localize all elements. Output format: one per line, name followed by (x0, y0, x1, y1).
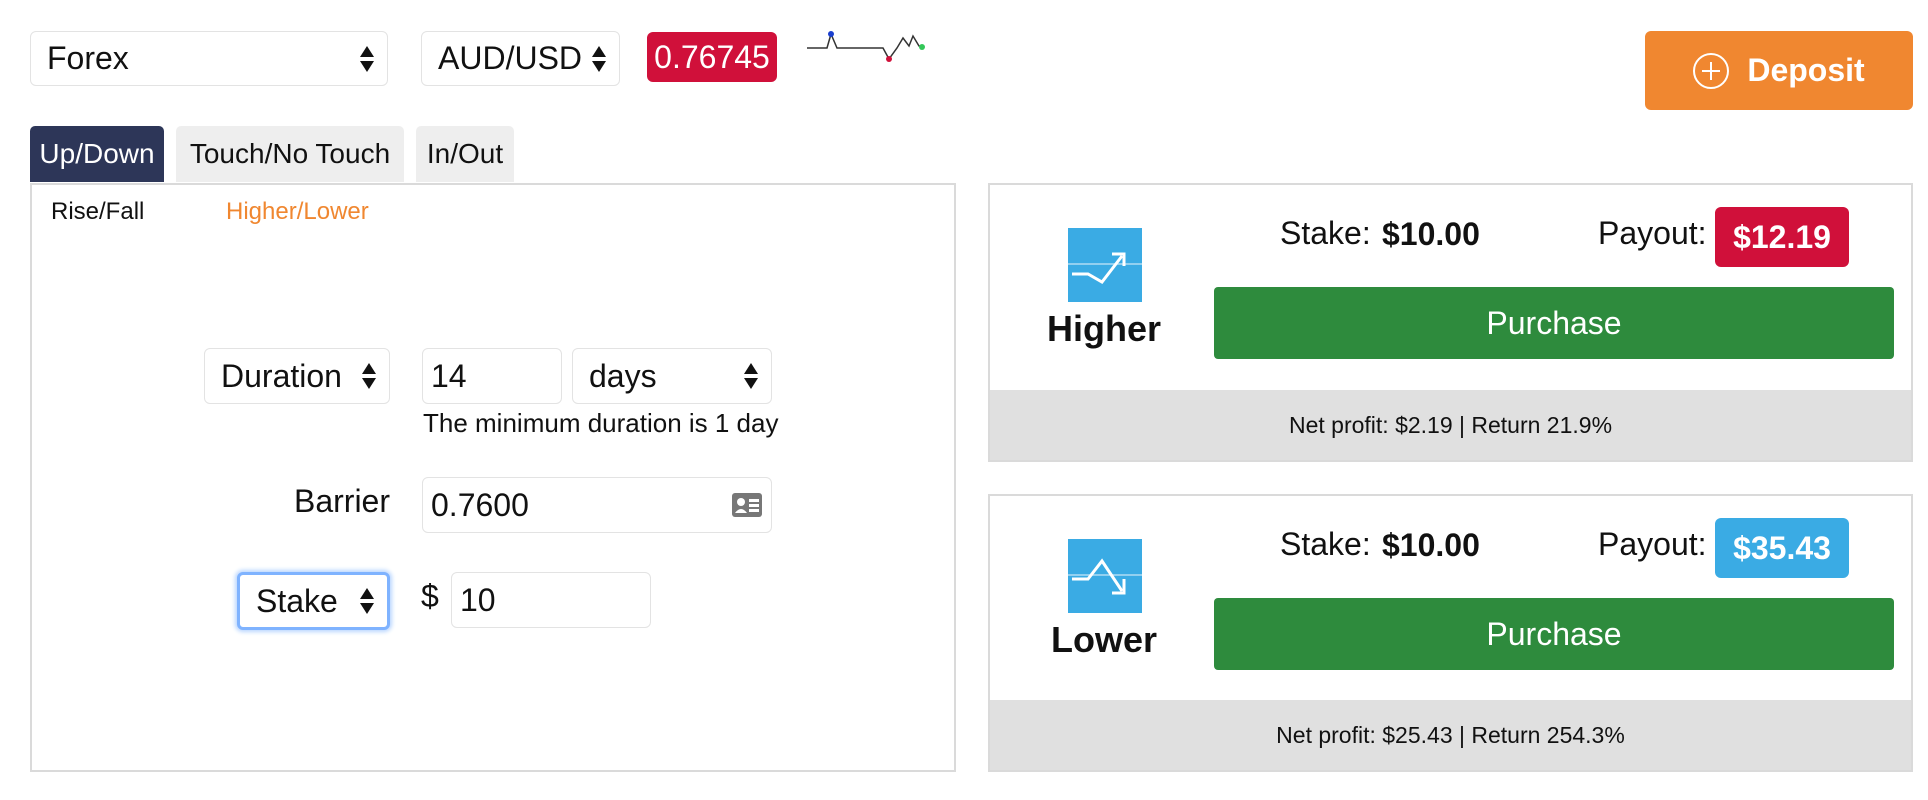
deposit-button-label: Deposit (1747, 52, 1865, 88)
symbol-select[interactable]: AUD/USD (421, 31, 620, 86)
currency-symbol: $ (421, 578, 439, 614)
stake-value: $10.00 (1382, 216, 1480, 252)
duration-unit-value: days (589, 357, 657, 394)
amount-input[interactable]: 10 (451, 572, 651, 628)
contract-card-higher: Higher Stake: $10.00 Payout: $12.19 Purc… (988, 183, 1913, 462)
symbol-select-value: AUD/USD (438, 40, 583, 76)
spot-price-badge: 0.76745 (647, 32, 777, 82)
barrier-label: Barrier (293, 483, 390, 519)
duration-input-value: 14 (431, 357, 467, 394)
duration-type-select[interactable]: Duration (204, 348, 390, 404)
market-select-value: Forex (47, 40, 129, 76)
payout-label: Payout: (1598, 215, 1707, 251)
purchase-higher-button[interactable]: Purchase (1214, 287, 1894, 359)
subtab-higher-lower[interactable]: Higher/Lower (226, 198, 369, 226)
market-select[interactable]: Forex (30, 31, 388, 86)
select-arrows-icon (359, 44, 375, 74)
duration-input[interactable]: 14 (422, 348, 562, 404)
payout-label: Payout: (1598, 526, 1707, 562)
tab-touch-no-touch[interactable]: Touch/No Touch (176, 126, 404, 182)
barrier-picker-icon[interactable] (731, 492, 763, 518)
trend-down-icon (1068, 539, 1142, 613)
duration-type-value: Duration (221, 357, 342, 394)
purchase-lower-button[interactable]: Purchase (1214, 598, 1894, 670)
tab-up-down[interactable]: Up/Down (30, 126, 164, 182)
contract-footer: Net profit: $2.19 | Return 21.9% (990, 390, 1911, 460)
barrier-input-value: 0.7600 (431, 486, 529, 523)
contract-name: Lower (1050, 619, 1157, 660)
select-arrows-icon (359, 586, 375, 616)
sparkline-last-point (919, 44, 925, 50)
deposit-button[interactable]: Deposit (1645, 31, 1913, 110)
contract-name: Higher (1046, 308, 1161, 349)
plus-circle-icon (1693, 52, 1730, 89)
stake-label: Stake: (1280, 215, 1371, 251)
subtab-rise-fall[interactable]: Rise/Fall (51, 198, 144, 226)
select-arrows-icon (591, 44, 607, 74)
duration-unit-select[interactable]: days (572, 348, 772, 404)
tab-in-out[interactable]: In/Out (416, 126, 514, 182)
duration-hint: The minimum duration is 1 day (423, 408, 779, 438)
stake-value: $10.00 (1382, 527, 1480, 563)
trend-up-icon (1068, 228, 1142, 302)
sparkline-high-point (828, 31, 834, 37)
select-arrows-icon (743, 361, 759, 391)
select-arrows-icon (361, 361, 377, 391)
stake-label: Stake: (1280, 526, 1371, 562)
sparkline-chart (807, 31, 925, 62)
sparkline-low-point (886, 56, 892, 62)
amount-input-value: 10 (460, 581, 496, 618)
payout-badge: $12.19 (1715, 207, 1849, 267)
contract-footer: Net profit: $25.43 | Return 254.3% (990, 700, 1911, 770)
barrier-input[interactable]: 0.7600 (422, 477, 772, 533)
payout-badge: $35.43 (1715, 518, 1849, 578)
amount-type-select[interactable]: Stake (237, 572, 390, 630)
amount-type-value: Stake (256, 582, 338, 619)
contract-card-lower: Lower Stake: $10.00 Payout: $35.43 Purch… (988, 494, 1913, 772)
